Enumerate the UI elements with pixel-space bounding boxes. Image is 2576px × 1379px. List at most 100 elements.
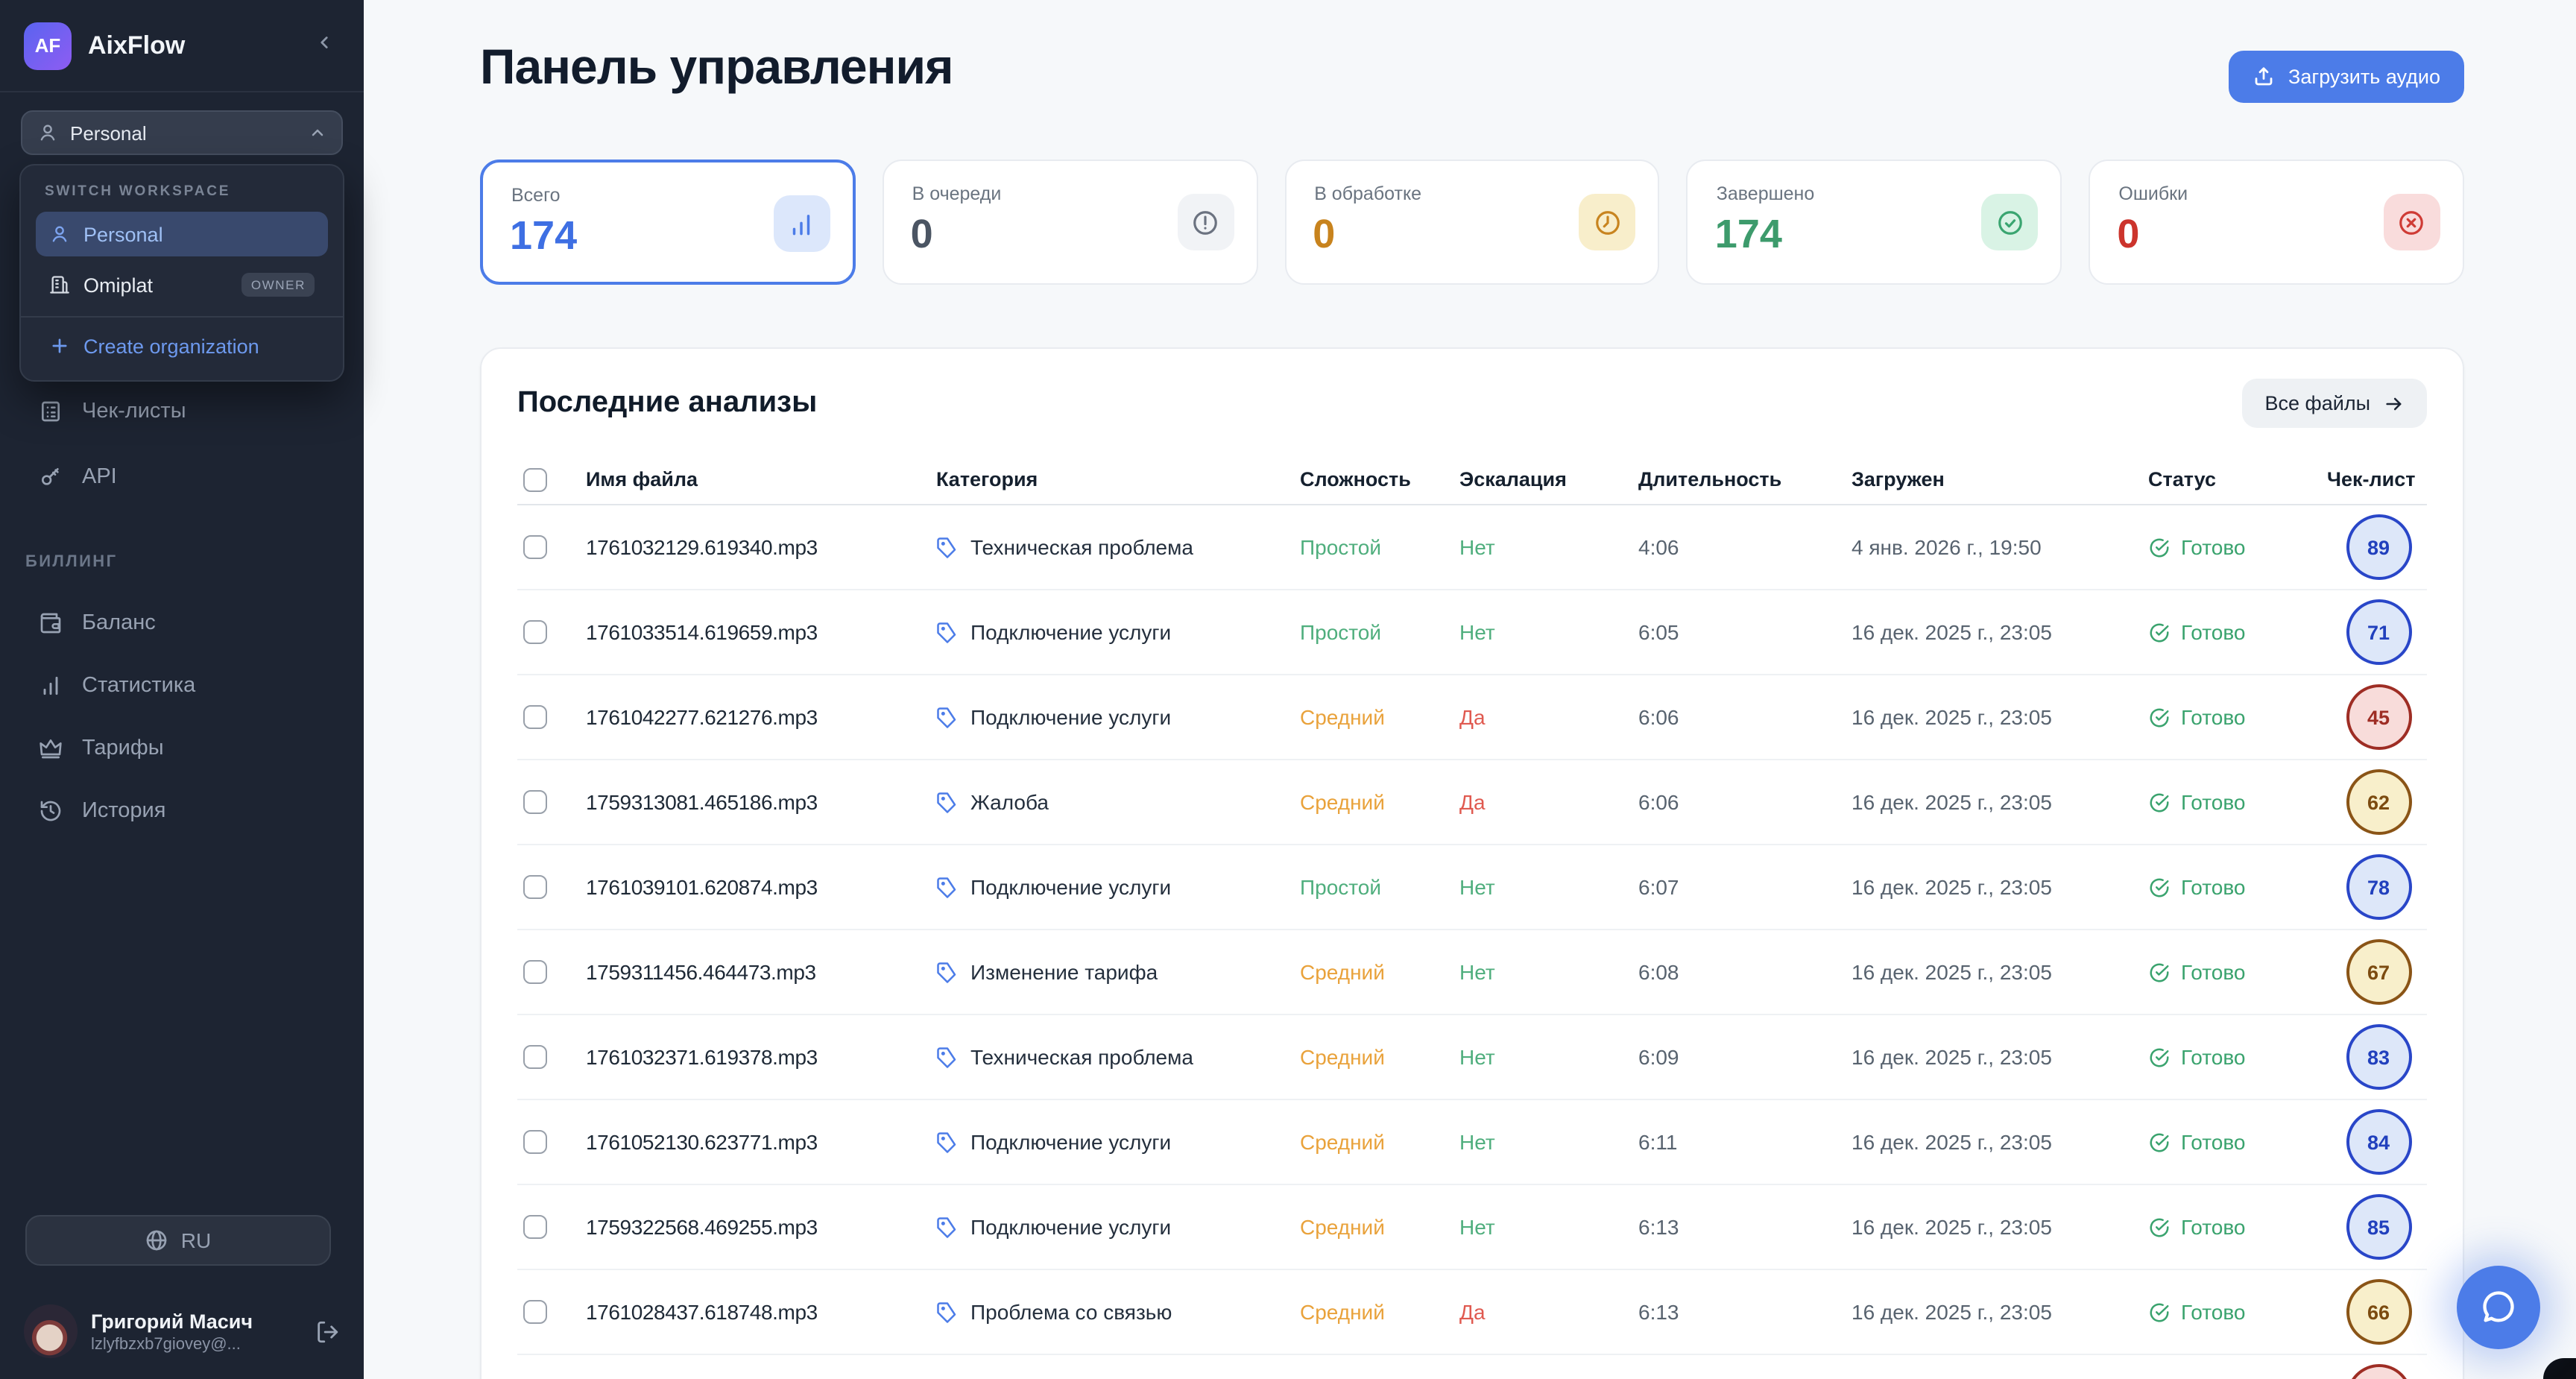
stat-label: Ошибки bbox=[2118, 183, 2188, 204]
column-header[interactable]: Имя файла bbox=[586, 468, 936, 490]
table-row[interactable]: 1759313081.465186.mp3 Жалоба Средний Да … bbox=[517, 760, 2427, 845]
tag-icon bbox=[936, 961, 959, 983]
category-label: Изменение тарифа bbox=[970, 960, 1158, 984]
user-profile[interactable]: Григорий Масич lzlyfbzxb7giovey@... bbox=[24, 1304, 340, 1358]
row-checkbox[interactable] bbox=[523, 790, 547, 814]
category-label: Жалоба bbox=[970, 790, 1049, 814]
page-title: Панель управления bbox=[480, 39, 953, 95]
bar-chart-icon bbox=[39, 674, 63, 698]
complexity-label: Средний bbox=[1300, 1130, 1459, 1154]
duration-value: 6:13 bbox=[1638, 1300, 1852, 1324]
status-label: Готово bbox=[2181, 1130, 2245, 1154]
stat-label: В обработке bbox=[1314, 183, 1421, 204]
table-row[interactable]: 1761042277.621276.mp3 Подключение услуги… bbox=[517, 675, 2427, 760]
table-row[interactable]: 1759322568.469255.mp3 Подключение услуги… bbox=[517, 1185, 2427, 1270]
checklist-score-badge[interactable]: 89 bbox=[2346, 514, 2411, 580]
checklist-score-badge[interactable]: 66 bbox=[2346, 1279, 2411, 1345]
column-header[interactable]: Статус bbox=[2148, 468, 2327, 490]
category-label: Подключение услуги bbox=[970, 875, 1171, 899]
checklist-score-badge[interactable]: 45 bbox=[2346, 684, 2411, 750]
row-checkbox[interactable] bbox=[523, 1045, 547, 1069]
create-organization-label: Create organization bbox=[83, 335, 259, 357]
language-button[interactable]: RU bbox=[25, 1215, 331, 1266]
logout-icon[interactable] bbox=[315, 1319, 340, 1344]
sidebar-item-history[interactable]: История bbox=[18, 790, 346, 832]
avatar bbox=[24, 1304, 78, 1358]
row-checkbox[interactable] bbox=[523, 1215, 547, 1239]
upload-audio-button[interactable]: Загрузить аудио bbox=[2229, 51, 2464, 103]
switch-workspace-label: SWITCH WORKSPACE bbox=[45, 183, 319, 200]
sidebar-collapse-icon[interactable] bbox=[309, 33, 340, 58]
column-header[interactable]: Чек-лист bbox=[2327, 468, 2430, 490]
uploaded-date: 4 янв. 2026 г., 19:50 bbox=[1852, 535, 2148, 559]
column-header[interactable]: Категория bbox=[936, 468, 1300, 490]
sidebar-item-checklists[interactable]: Чек-листы bbox=[18, 391, 346, 432]
app-window: AF AixFlow Personal SWITCH WORKSPACE Per… bbox=[0, 0, 2576, 1379]
checklist-score-badge[interactable]: 78 bbox=[2346, 854, 2411, 920]
checklist-score-badge[interactable] bbox=[2346, 1364, 2411, 1379]
sidebar-item-api[interactable]: API bbox=[18, 456, 346, 498]
all-files-button[interactable]: Все файлы bbox=[2243, 379, 2428, 428]
table-row[interactable]: 1761032129.619340.mp3 Техническая пробле… bbox=[517, 505, 2427, 590]
row-checkbox[interactable] bbox=[523, 1300, 547, 1324]
clock-icon bbox=[1579, 194, 1636, 250]
sidebar-item-statistics[interactable]: Статистика bbox=[18, 665, 346, 707]
table-row[interactable]: 1759311456.464473.mp3 Изменение тарифа С… bbox=[517, 930, 2427, 1015]
bar-chart-icon bbox=[774, 195, 830, 252]
workspace-item-personal[interactable]: Personal bbox=[36, 212, 328, 256]
checklist-score-badge[interactable]: 62 bbox=[2346, 769, 2411, 835]
sidebar-item-label: Чек-листы bbox=[82, 400, 186, 423]
checklist-score-badge[interactable]: 67 bbox=[2346, 939, 2411, 1005]
row-checkbox[interactable] bbox=[523, 705, 547, 729]
table-row[interactable]: 1761028437.618748.mp3 Проблема со связью… bbox=[517, 1270, 2427, 1355]
sidebar-item-tariffs[interactable]: Тарифы bbox=[18, 728, 346, 769]
table-row[interactable]: 1761052130.623771.mp3 Подключение услуги… bbox=[517, 1100, 2427, 1185]
row-checkbox[interactable] bbox=[523, 960, 547, 984]
stat-card-completed[interactable]: Завершено 174 bbox=[1687, 160, 2062, 285]
checklist-score-badge[interactable]: 84 bbox=[2346, 1109, 2411, 1175]
stat-card-queued[interactable]: В очереди 0 bbox=[883, 160, 1258, 285]
check-circle-icon bbox=[2148, 1131, 2171, 1153]
tag-icon bbox=[936, 1216, 959, 1238]
sidebar-item-label: Тарифы bbox=[82, 736, 164, 760]
stat-card-total[interactable]: Всего 174 bbox=[480, 160, 856, 285]
check-circle-icon bbox=[2148, 706, 2171, 728]
row-checkbox[interactable] bbox=[523, 535, 547, 559]
workspace-selector[interactable]: Personal bbox=[21, 110, 343, 155]
table-row[interactable] bbox=[517, 1355, 2427, 1379]
escalation-label: Нет bbox=[1459, 535, 1638, 559]
chat-button[interactable] bbox=[2457, 1266, 2540, 1349]
sidebar-item-balance[interactable]: Баланс bbox=[18, 602, 346, 644]
menu-divider bbox=[21, 316, 343, 318]
uploaded-date: 16 дек. 2025 г., 23:05 bbox=[1852, 1300, 2148, 1324]
row-checkbox[interactable] bbox=[523, 1130, 547, 1154]
uploaded-date: 16 дек. 2025 г., 23:05 bbox=[1852, 1130, 2148, 1154]
table-row[interactable]: 1761033514.619659.mp3 Подключение услуги… bbox=[517, 590, 2427, 675]
table-row[interactable]: 1761039101.620874.mp3 Подключение услуги… bbox=[517, 845, 2427, 930]
file-name: 1759311456.464473.mp3 bbox=[586, 960, 936, 984]
duration-value: 6:06 bbox=[1638, 790, 1852, 814]
checklist-score-badge[interactable]: 83 bbox=[2346, 1024, 2411, 1090]
workspace-item-omiplat[interactable]: Omiplat OWNER bbox=[36, 262, 328, 307]
create-organization-button[interactable]: Create organization bbox=[36, 324, 328, 368]
tag-icon bbox=[936, 1301, 959, 1323]
select-all-checkbox[interactable] bbox=[523, 467, 547, 491]
checklist-score-badge[interactable]: 85 bbox=[2346, 1194, 2411, 1260]
check-circle-icon bbox=[2148, 1046, 2171, 1068]
row-checkbox[interactable] bbox=[523, 620, 547, 644]
checklist-score-badge[interactable]: 71 bbox=[2346, 599, 2411, 665]
duration-value: 6:11 bbox=[1638, 1130, 1852, 1154]
table-header-row: Имя файла Категория Сложность Эскалация … bbox=[517, 455, 2427, 505]
row-checkbox[interactable] bbox=[523, 875, 547, 899]
column-header[interactable]: Загружен bbox=[1852, 468, 2148, 490]
stat-card-errors[interactable]: Ошибки 0 bbox=[2089, 160, 2464, 285]
billing-section-label: БИЛЛИНГ bbox=[25, 553, 118, 571]
column-header[interactable]: Сложность bbox=[1300, 468, 1459, 490]
file-name: 1761032371.619378.mp3 bbox=[586, 1045, 936, 1069]
escalation-label: Нет bbox=[1459, 1045, 1638, 1069]
stat-card-processing[interactable]: В обработке 0 bbox=[1284, 160, 1660, 285]
column-header[interactable]: Длительность bbox=[1638, 468, 1852, 490]
table-row[interactable]: 1761032371.619378.mp3 Техническая пробле… bbox=[517, 1015, 2427, 1100]
column-header[interactable]: Эскалация bbox=[1459, 468, 1638, 490]
stat-label: Всего bbox=[511, 185, 561, 206]
